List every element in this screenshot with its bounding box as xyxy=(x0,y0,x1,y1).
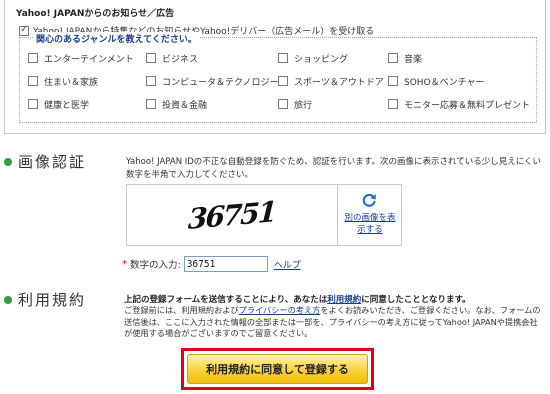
genre-label: スポーツ＆アウトドア xyxy=(294,77,384,88)
genre-label: 住まい＆家族 xyxy=(44,77,99,88)
terms-lead-text-end: に同意したこととなります。 xyxy=(361,295,471,305)
terms-lead-text: 上記の登録フォームを送信することにより、あなたは xyxy=(124,295,328,305)
terms-section-head: 利用規約 xyxy=(4,289,86,310)
terms-section-title: 利用規約 xyxy=(18,291,87,309)
genre-label: 健康と医学 xyxy=(44,100,90,111)
section-bullet-icon xyxy=(4,295,12,304)
agree-and-register-button[interactable]: 利用規約に同意して登録する xyxy=(187,354,368,384)
terms-lead: 上記の登録フォームを送信することにより、あなたは利用規約に同意したこととなります… xyxy=(124,293,471,305)
captcha-refresh-panel: 別の画像を表示する xyxy=(337,185,401,245)
optin-checkbox[interactable] xyxy=(19,24,29,36)
genre-checkbox[interactable] xyxy=(146,99,156,109)
genre-checkbox[interactable] xyxy=(146,53,156,63)
captcha-box: 36751 別の画像を表示する xyxy=(126,184,402,246)
submit-highlight: 利用規約に同意して登録する xyxy=(181,348,374,390)
genre-item[interactable]: 健康と医学 xyxy=(28,98,146,111)
genre-label: コンピュータ＆テクノロジー xyxy=(162,77,279,88)
captcha-image: 36751 xyxy=(127,185,337,245)
genre-checkbox[interactable] xyxy=(146,76,156,86)
section-bullet-icon xyxy=(4,157,12,166)
newsletter-title: Yahoo! JAPANからのお知らせ／広告 xyxy=(16,9,175,19)
genre-label: モニター応募＆無料プレゼント xyxy=(404,100,531,111)
genre-checkbox[interactable] xyxy=(388,53,398,63)
genre-label: 旅行 xyxy=(294,100,313,111)
genre-item[interactable]: 投資＆金融 xyxy=(146,98,278,111)
genre-item[interactable]: モニター応募＆無料プレゼント xyxy=(388,98,538,111)
genre-label: ショッピング xyxy=(294,54,349,65)
terms-link[interactable]: 利用規約 xyxy=(327,295,361,305)
genre-label: 音楽 xyxy=(404,54,423,65)
genre-title: 関心のあるジャンルを教えてください。 xyxy=(34,32,199,45)
help-link[interactable]: ヘルプ xyxy=(274,258,301,271)
genre-item[interactable]: エンターテインメント xyxy=(28,52,146,65)
privacy-link[interactable]: プライバシーの考え方 xyxy=(239,305,321,315)
captcha-section-title: 画像認証 xyxy=(18,153,87,171)
genre-checkbox[interactable] xyxy=(388,99,398,109)
genre-grid: エンターテインメント ビジネス ショッピング 音楽 住まい＆家族 コンピュータ＆… xyxy=(28,52,538,111)
genre-item[interactable]: コンピュータ＆テクノロジー xyxy=(146,75,279,88)
genre-item[interactable]: ショッピング xyxy=(278,52,388,65)
genre-label: エンターテインメント xyxy=(44,54,134,65)
captcha-image-text: 36751 xyxy=(187,194,277,236)
captcha-input-label: 数字の入力: xyxy=(130,260,181,271)
genre-label: ビジネス xyxy=(162,54,199,65)
genre-checkbox[interactable] xyxy=(278,53,288,63)
captcha-input-row: * 数字の入力: ヘルプ xyxy=(122,256,301,272)
genre-item[interactable]: SOHO＆ベンチャー xyxy=(388,75,538,88)
terms-body: ご登録前には、利用規約およびプライバシーの考え方をよくお読みいただき、ご登録くだ… xyxy=(124,305,544,340)
required-mark: * xyxy=(122,258,127,270)
genre-label: 投資＆金融 xyxy=(162,100,208,111)
genre-checkbox[interactable] xyxy=(278,76,288,86)
newsletter-panel: Yahoo! JAPANからのお知らせ／広告 Yahoo! JAPANから特集な… xyxy=(4,0,546,134)
genre-checkbox[interactable] xyxy=(28,99,38,109)
terms-body-text: ご登録前には、利用規約および xyxy=(124,305,239,315)
genre-checkbox[interactable] xyxy=(28,76,38,86)
genre-item[interactable]: 音楽 xyxy=(388,52,538,65)
genre-checkbox[interactable] xyxy=(278,99,288,109)
captcha-input[interactable] xyxy=(183,256,268,272)
refresh-captcha-link[interactable]: 別の画像を表示する xyxy=(342,212,398,236)
genre-item[interactable]: スポーツ＆アウトドア xyxy=(278,75,388,88)
genre-item[interactable]: ビジネス xyxy=(146,52,278,65)
captcha-description: Yahoo! JAPAN IDの不正な自動登録を防ぐため、認証を行います。次の画… xyxy=(126,157,542,180)
genre-item[interactable]: 旅行 xyxy=(278,98,388,111)
captcha-section-head: 画像認証 xyxy=(4,151,86,172)
genre-fieldset: 関心のあるジャンルを教えてください。 エンターテインメント ビジネス ショッピン… xyxy=(19,32,538,123)
genre-checkbox[interactable] xyxy=(28,53,38,63)
genre-item[interactable]: 住まい＆家族 xyxy=(28,75,146,88)
refresh-icon[interactable] xyxy=(360,191,378,209)
genre-label: SOHO＆ベンチャー xyxy=(404,77,485,88)
genre-checkbox[interactable] xyxy=(388,76,398,86)
